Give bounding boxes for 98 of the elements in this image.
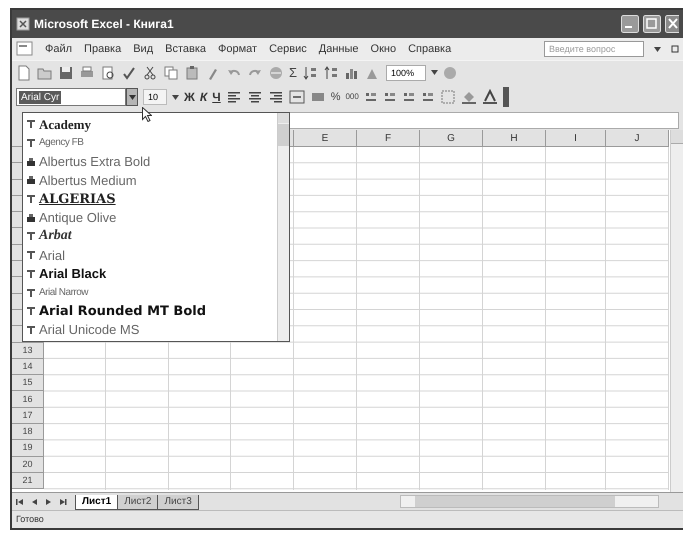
column-header[interactable]: F <box>357 130 420 147</box>
printer-font-icon <box>27 158 35 166</box>
font-list-item[interactable]: Agency FB <box>39 138 84 148</box>
menu-item[interactable]: Формат <box>217 40 258 58</box>
style-button[interactable]: Ч <box>212 91 221 103</box>
minimize-button[interactable] <box>621 15 639 33</box>
style-button[interactable]: К <box>200 91 208 103</box>
row-header[interactable]: 13 <box>12 342 44 359</box>
truetype-font-icon <box>27 326 35 334</box>
font-name-field[interactable]: Arial Cyr <box>16 88 126 106</box>
percent-button[interactable]: % <box>330 92 340 102</box>
font-list-item[interactable]: Arial Black <box>39 267 106 280</box>
restore-icon <box>671 45 679 53</box>
font-list-item[interactable]: Arbat <box>39 229 72 244</box>
excel-app-icon <box>16 17 30 31</box>
menu-item[interactable]: Окно <box>370 40 398 58</box>
next-sheet-icon[interactable] <box>44 498 53 506</box>
caret-icon <box>128 94 136 100</box>
row-header[interactable]: 14 <box>12 358 44 376</box>
font-dropdown-button[interactable] <box>126 88 138 106</box>
status-text: Готово <box>16 512 44 526</box>
row-header[interactable]: 16 <box>12 391 44 408</box>
copy-icon[interactable] <box>163 64 179 80</box>
sheet-tab[interactable]: Лист2 <box>117 495 158 510</box>
first-sheet-icon[interactable] <box>16 498 25 506</box>
style-button[interactable]: Ж <box>184 91 195 103</box>
align-left-icon[interactable] <box>226 89 242 105</box>
column-header[interactable]: J <box>606 130 669 147</box>
font-list-item[interactable]: Albertus Medium <box>39 174 137 187</box>
print-preview-icon[interactable] <box>100 64 116 80</box>
font-list-item[interactable]: Arial Rounded MT Bold <box>39 304 206 318</box>
menu-item[interactable]: Справка <box>407 40 452 58</box>
toolbar-handle-icon[interactable] <box>502 87 509 107</box>
font-list-item[interactable]: Arial Narrow <box>39 288 88 298</box>
column-header[interactable]: E <box>294 130 357 147</box>
font-list-item[interactable]: Antique Olive <box>39 211 116 224</box>
font-size-field[interactable]: 10 <box>143 89 167 105</box>
window-title: Microsoft Excel - Книга1 <box>34 16 174 33</box>
truetype-font-icon <box>27 288 35 297</box>
list-scrollbar[interactable] <box>277 113 289 341</box>
vertical-scrollbar[interactable] <box>670 130 683 492</box>
scissors-icon[interactable] <box>142 64 158 80</box>
dropdown-arrow-icon <box>431 70 438 75</box>
row-header[interactable]: 20 <box>12 456 44 473</box>
column-header[interactable]: G <box>420 130 483 147</box>
column-header[interactable]: H <box>483 130 546 147</box>
menu-item[interactable]: Вид <box>132 40 154 58</box>
last-sheet-icon[interactable] <box>58 498 67 506</box>
borders-icon[interactable] <box>440 89 456 105</box>
font-list-item[interactable]: Arial <box>39 248 66 262</box>
menu-item[interactable]: Данные <box>318 40 360 58</box>
font-color-icon[interactable] <box>482 89 498 105</box>
font-list-item[interactable]: ALGERIAS <box>39 192 116 206</box>
menu-item[interactable]: Вставка <box>164 40 208 58</box>
menu-item[interactable]: Файл <box>44 40 74 58</box>
row-header[interactable]: 21 <box>12 472 44 490</box>
dropdown-arrow-icon <box>654 46 661 52</box>
new-document-icon[interactable] <box>16 64 32 80</box>
row-header[interactable]: 18 <box>12 424 44 440</box>
row-header[interactable]: 15 <box>12 375 44 392</box>
align-right-icon[interactable] <box>268 89 284 105</box>
zoom-field[interactable]: 100% <box>386 64 426 80</box>
truetype-font-icon <box>27 139 35 148</box>
document-icon <box>16 41 34 57</box>
truetype-font-icon <box>27 195 35 204</box>
maximize-button[interactable] <box>643 15 661 33</box>
row-header[interactable]: 17 <box>12 408 44 424</box>
sort-ascending-icon[interactable] <box>302 64 318 80</box>
save-icon[interactable] <box>58 64 74 80</box>
fill-color-icon[interactable] <box>460 89 477 105</box>
merge-center-icon[interactable] <box>288 89 305 105</box>
printer-font-icon <box>27 176 35 184</box>
align-center-icon[interactable] <box>246 89 263 105</box>
dropdown-arrow-icon <box>172 94 179 100</box>
horizontal-scrollbar[interactable] <box>400 495 659 508</box>
row-header[interactable]: 19 <box>12 440 44 457</box>
truetype-font-icon <box>27 307 35 316</box>
truetype-font-icon <box>27 120 35 128</box>
truetype-font-icon <box>27 232 35 240</box>
font-list-item[interactable]: Arial Unicode MS <box>39 323 140 336</box>
sheet-tab[interactable]: Лист1 <box>75 495 118 510</box>
menu-item[interactable]: Правка <box>83 40 122 58</box>
paste-icon[interactable] <box>184 64 200 80</box>
truetype-font-icon <box>27 251 35 260</box>
sheet-tab[interactable]: Лист3 <box>157 495 199 510</box>
printer-font-icon <box>27 214 35 222</box>
font-list-item[interactable]: Academy <box>39 118 91 131</box>
menu-item[interactable]: Сервис <box>268 40 308 58</box>
spelling-icon[interactable] <box>121 64 137 80</box>
column-header[interactable]: I <box>546 130 606 147</box>
help-search-field[interactable]: Введите вопрос <box>544 41 644 57</box>
previous-sheet-icon[interactable] <box>30 498 39 506</box>
font-list-item[interactable]: Albertus Extra Bold <box>39 155 150 168</box>
autosum-button[interactable]: Σ <box>289 66 298 79</box>
sort-descending-icon[interactable] <box>323 64 340 80</box>
truetype-font-icon <box>27 270 35 278</box>
thousands-separator-button[interactable]: 000 <box>345 93 359 101</box>
close-button[interactable] <box>665 15 679 33</box>
